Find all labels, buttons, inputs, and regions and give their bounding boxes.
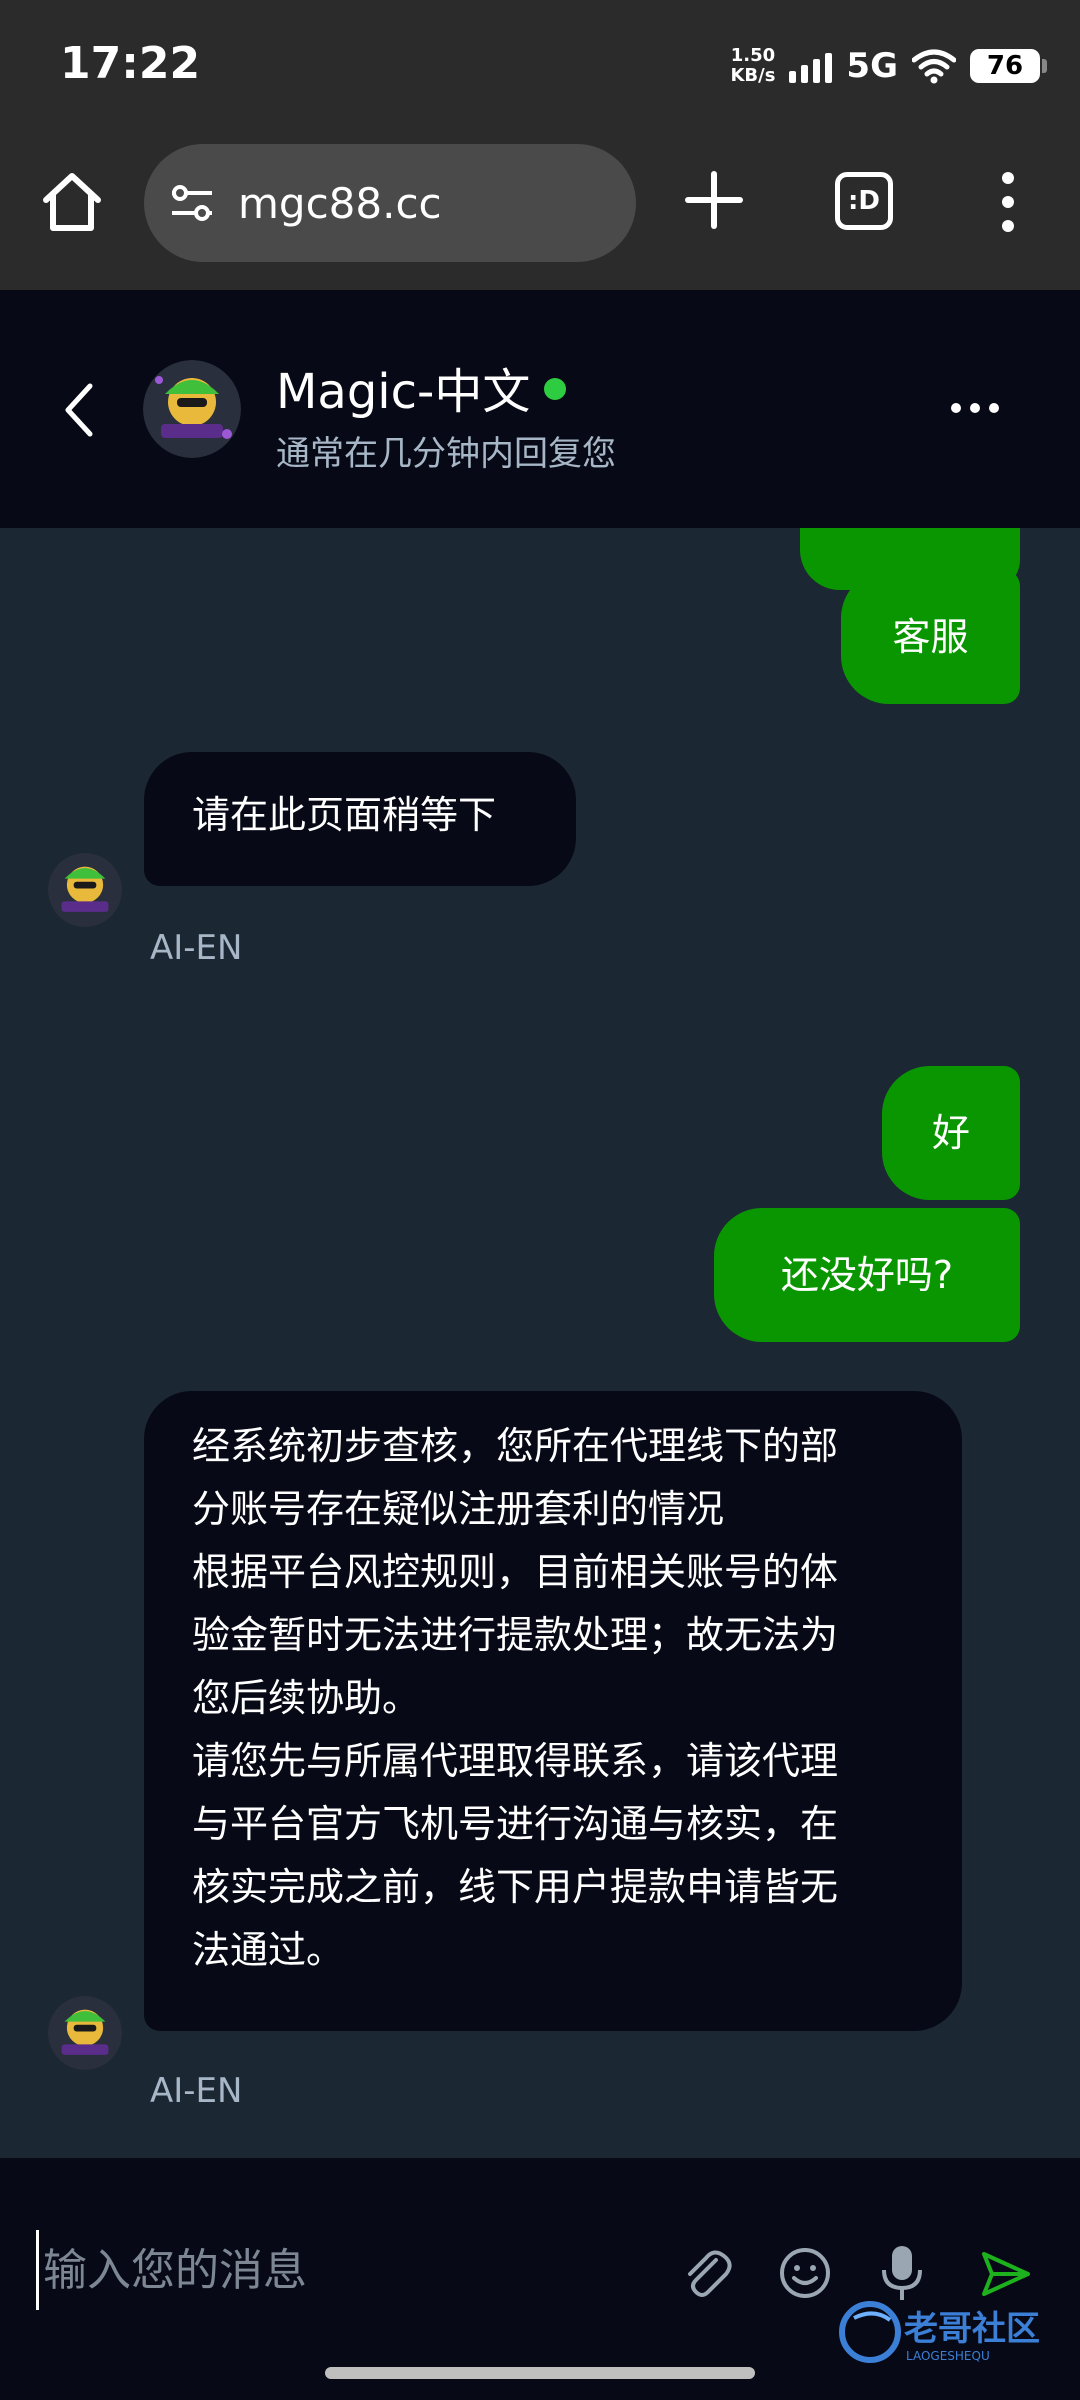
message-text: 客服 — [892, 614, 969, 659]
network-speed-unit: KB/s — [730, 65, 776, 86]
url-text: mgc88.cc — [238, 178, 442, 228]
site-settings-icon[interactable] — [168, 179, 216, 227]
incoming-message: 经系统初步查核，您所在代理线下的部 分账号存在疑似注册套利的情况 根据平台风控规… — [144, 1391, 962, 2031]
message-line: 请您先与所属代理取得联系，请该代理 — [192, 1739, 839, 1783]
message-line: 验金暂时无法进行提款处理；故无法为 — [192, 1613, 839, 1657]
url-bar[interactable]: mgc88.cc — [144, 144, 636, 262]
sender-name: AI-EN — [150, 2071, 243, 2111]
chat-header: Magic-中文 通常在几分钟内回复您 — [0, 290, 1080, 528]
status-indicators: 1.50 KB/s 5G 76 — [730, 42, 1047, 90]
chat-subtitle: 通常在几分钟内回复您 — [276, 434, 616, 474]
online-status-dot — [544, 378, 567, 400]
message-list[interactable]: 客服 请在此页面稍等下 AI-EN 好 还没好吗? 经系统初步查核，您所在代理线… — [0, 528, 1080, 2158]
agent-avatar — [143, 360, 241, 458]
message-line: 核实完成之前，线下用户提款申请皆无 — [192, 1865, 839, 1909]
message-line: 您后续协助。 — [192, 1676, 421, 1720]
chat-title: Magic-中文 — [276, 364, 531, 420]
message-input[interactable] — [36, 2230, 636, 2310]
agent-avatar-small — [48, 1996, 122, 2070]
more-vert-icon[interactable] — [994, 170, 1022, 234]
watermark-logo: 老哥社区 LAOGESHEQU — [839, 2301, 1040, 2363]
back-arrow-icon[interactable] — [60, 380, 100, 440]
wifi-icon — [912, 49, 956, 84]
watermark-text: 老哥社区 — [904, 2309, 1040, 2349]
new-tab-icon[interactable] — [682, 168, 746, 232]
message-line: 分账号存在疑似注册套利的情况 — [192, 1487, 725, 1531]
incoming-message: 请在此页面稍等下 — [144, 752, 576, 886]
microphone-icon[interactable] — [878, 2242, 926, 2304]
network-speed-value: 1.50 — [730, 45, 776, 66]
message-text: 还没好吗? — [780, 1252, 954, 1297]
sender-name: AI-EN — [150, 928, 243, 968]
message-line: 根据平台风控规则，目前相关账号的体 — [192, 1550, 839, 1594]
emoji-icon[interactable] — [778, 2246, 832, 2300]
status-time: 17:22 — [60, 38, 201, 89]
network-speed: 1.50 KB/s — [730, 46, 775, 86]
message-text: 请在此页面稍等下 — [192, 793, 497, 837]
message-line: 经系统初步查核，您所在代理线下的部 — [192, 1424, 839, 1468]
browser-toolbar: mgc88.cc :D — [0, 132, 1080, 290]
tab-switcher-button[interactable]: :D — [835, 172, 893, 230]
home-icon[interactable] — [38, 168, 106, 236]
agent-avatar-small — [48, 853, 122, 927]
message-line: 与平台官方飞机号进行沟通与核实，在 — [192, 1802, 839, 1846]
home-indicator[interactable] — [325, 2367, 755, 2379]
outgoing-message: 好 — [882, 1066, 1020, 1200]
message-text: 好 — [931, 1110, 970, 1155]
outgoing-message: 还没好吗? — [714, 1208, 1020, 1342]
outgoing-message: 客服 — [841, 570, 1020, 704]
attachment-icon[interactable] — [680, 2246, 734, 2300]
message-line: 法通过。 — [192, 1928, 345, 1972]
send-icon[interactable] — [978, 2246, 1034, 2302]
chat-title-row: Magic-中文 — [276, 352, 567, 422]
watermark-subtext: LAOGESHEQU — [906, 2349, 990, 2363]
signal-icon — [789, 49, 833, 83]
more-horiz-icon[interactable] — [950, 398, 1000, 418]
status-bar: 17:22 1.50 KB/s 5G 76 — [0, 0, 1080, 132]
battery-icon: 76 — [970, 49, 1047, 83]
network-type: 5G — [846, 46, 898, 86]
